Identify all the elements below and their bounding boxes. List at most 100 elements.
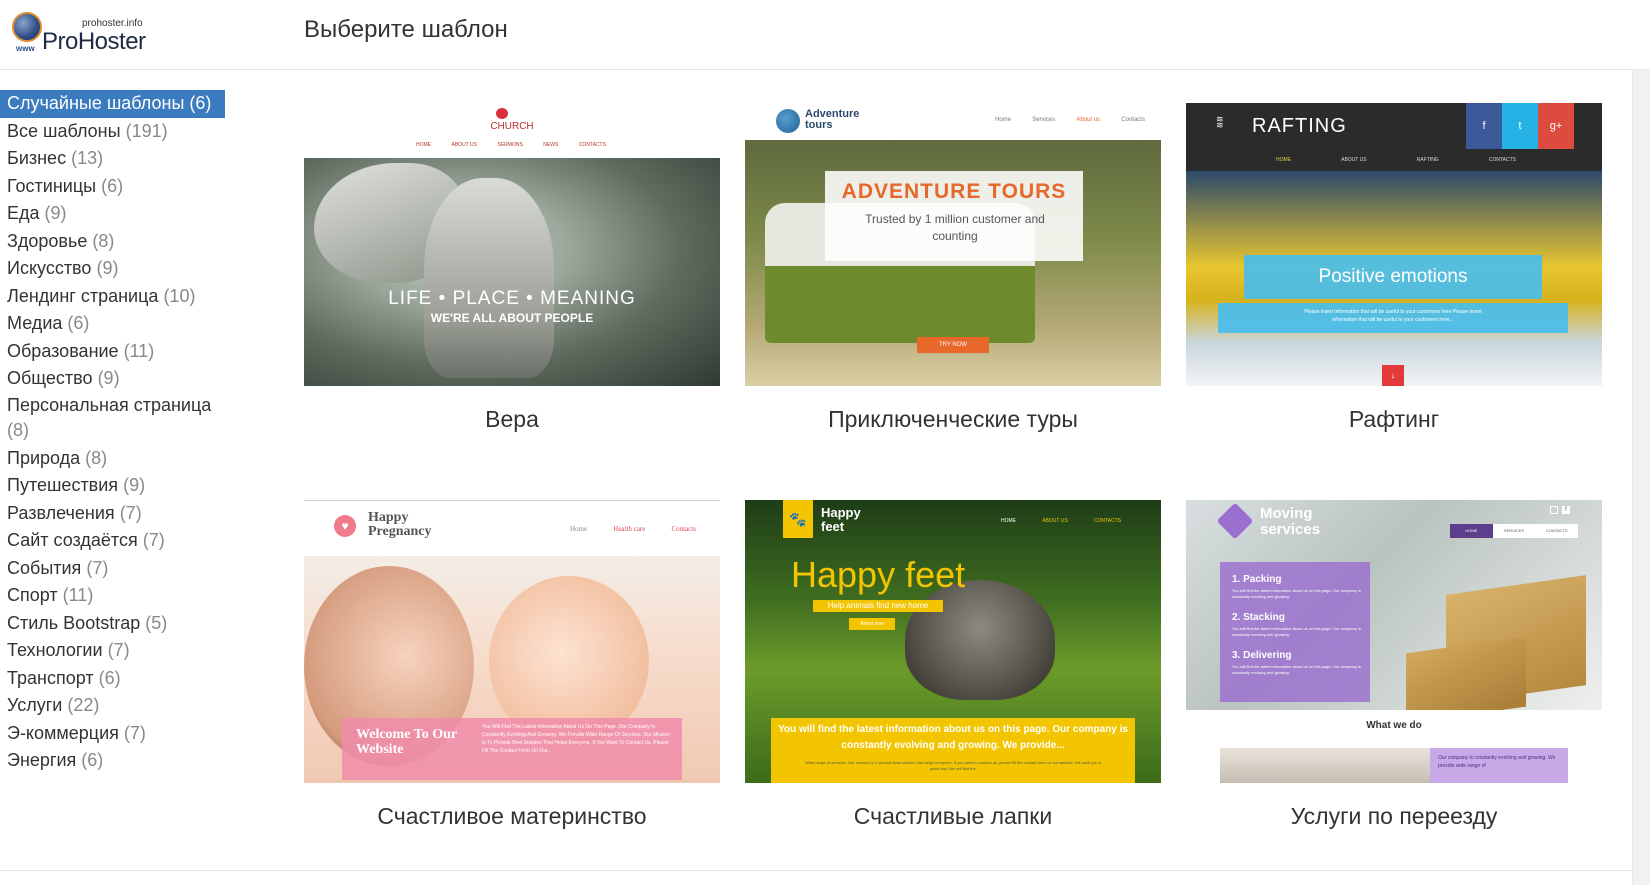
category-label: Услуги bbox=[7, 695, 63, 715]
category-count: (13) bbox=[71, 148, 104, 168]
template-title[interactable]: Вера bbox=[304, 406, 720, 433]
category-label: Э-коммерция bbox=[7, 722, 119, 743]
thumb-nav-item: CONTACTS bbox=[1093, 518, 1121, 524]
category-link[interactable]: Гостиницы (6) bbox=[0, 173, 230, 201]
template-thumbnail[interactable]: 🐾 Happy feet HOME ABOUT US CONTACTS Happ… bbox=[745, 500, 1161, 783]
category-link[interactable]: Спорт (11) bbox=[0, 582, 230, 610]
thumb-button: About now bbox=[849, 618, 895, 630]
template-title[interactable]: Услуги по переезду bbox=[1186, 803, 1602, 830]
category-link[interactable]: Путешествия (9) bbox=[0, 472, 230, 500]
thumb-nav-item: HOME bbox=[1276, 157, 1291, 163]
category-label: Образование bbox=[7, 340, 119, 361]
thumb-nav-item: ABOUT US bbox=[1341, 157, 1367, 163]
thumb-headline: LIFE • PLACE • MEANING bbox=[388, 288, 636, 309]
category-link[interactable]: Еда (9) bbox=[0, 200, 230, 228]
template-card[interactable]: ≋ ≋ RAFTING f t g+ HOME ABOUT US RAFTING … bbox=[1186, 103, 1602, 433]
category-count: (6) bbox=[98, 667, 121, 688]
template-card[interactable]: Adventure tours Home Services About us C… bbox=[745, 103, 1161, 433]
category-link[interactable]: Образование (11) bbox=[0, 338, 230, 366]
thumb-step: 3. Delivering bbox=[1232, 650, 1292, 661]
angel-statue bbox=[424, 178, 554, 378]
thumb-nav-item: Contacts bbox=[1121, 117, 1145, 123]
thumb-section-text: Our company is constantly evolving and g… bbox=[1438, 755, 1556, 769]
thumb-brand-1: Happy bbox=[368, 510, 409, 525]
category-link[interactable]: Искусство (9) bbox=[0, 255, 230, 283]
cat-shape bbox=[905, 580, 1055, 700]
category-link[interactable]: Природа (8) bbox=[0, 445, 230, 473]
thumb-subline: Trusted by 1 million customer and counti… bbox=[865, 212, 1045, 243]
category-count: (7) bbox=[86, 557, 109, 578]
category-link[interactable]: Энергия (6) bbox=[0, 747, 230, 775]
thumb-subline: Please insert information that will be u… bbox=[1218, 303, 1568, 333]
category-link[interactable]: Медиа (6) bbox=[0, 310, 230, 338]
template-card[interactable]: Moving services f HOME SERVICES CONTACTS… bbox=[1186, 500, 1602, 830]
arrow-down-icon: ↓ bbox=[1382, 365, 1404, 386]
thumb-step: 2. Stacking bbox=[1232, 612, 1285, 623]
thumb-brand-1: Happy bbox=[821, 505, 861, 520]
category-count: (22) bbox=[67, 695, 100, 715]
category-label: Стиль Bootstrap bbox=[7, 612, 141, 633]
thumb-headline: ADVENTURE TOURS bbox=[841, 180, 1067, 203]
category-link[interactable]: Э-коммерция (7) bbox=[0, 720, 230, 748]
template-card[interactable]: ♥ Happy Pregnancy Home Health care Conta… bbox=[304, 500, 720, 830]
thumb-brand: RAFTING bbox=[1252, 115, 1347, 137]
category-link[interactable]: Здоровье (8) bbox=[0, 228, 230, 256]
thumb-subline: Help animals find new home bbox=[813, 600, 943, 612]
category-link[interactable]: Транспорт (6) bbox=[0, 665, 230, 693]
scrollbar[interactable] bbox=[1632, 70, 1650, 885]
thumb-nav-item: Contacts bbox=[671, 525, 696, 533]
template-thumbnail[interactable]: Adventure tours Home Services About us C… bbox=[745, 103, 1161, 386]
category-label: Энергия bbox=[7, 750, 77, 770]
googleplus-icon: g+ bbox=[1538, 103, 1574, 149]
globe-icon bbox=[12, 12, 42, 42]
thumb-button: TRY NOW bbox=[917, 337, 989, 353]
thumb-brand-2: feet bbox=[821, 519, 845, 534]
category-link[interactable]: Услуги (22) bbox=[0, 692, 230, 720]
category-count: (6) bbox=[101, 175, 124, 196]
template-title[interactable]: Счастливое материнство bbox=[304, 803, 720, 830]
template-title[interactable]: Рафтинг bbox=[1186, 406, 1602, 433]
thumb-brand-2: Pregnancy bbox=[368, 524, 432, 539]
category-link[interactable]: Персональная страница (8) bbox=[0, 393, 215, 445]
category-link[interactable]: Стиль Bootstrap (5) bbox=[0, 610, 230, 638]
template-card[interactable]: 🐾 Happy feet HOME ABOUT US CONTACTS Happ… bbox=[745, 500, 1161, 830]
category-sidebar: Случайные шаблоны (6) Все шаблоны (191) Би… bbox=[0, 90, 230, 775]
thumb-step-text: You will find the latest information abo… bbox=[1232, 626, 1361, 637]
category-label: Природа bbox=[7, 447, 81, 468]
category-count: (9) bbox=[96, 258, 119, 278]
category-count: (7) bbox=[107, 640, 130, 660]
category-link[interactable]: Все шаблоны (191) bbox=[0, 118, 230, 146]
category-link[interactable]: Сайт создаётся (7) bbox=[0, 527, 230, 555]
category-label: Персональная страница bbox=[7, 394, 212, 415]
thumb-banner-small: Wide range of services. Our mission is t… bbox=[805, 760, 1101, 771]
template-thumbnail[interactable]: ♥ Happy Pregnancy Home Health care Conta… bbox=[304, 500, 720, 783]
template-thumbnail[interactable]: Moving services f HOME SERVICES CONTACTS… bbox=[1186, 500, 1602, 783]
thumb-nav: Home Health care Contacts bbox=[570, 525, 696, 533]
thumb-nav-item: SERVICES bbox=[1503, 528, 1525, 533]
category-count: (6) bbox=[189, 93, 212, 113]
category-link[interactable]: Случайные шаблоны (6) bbox=[0, 90, 225, 118]
category-link[interactable]: Общество (9) bbox=[0, 365, 230, 393]
template-thumbnail[interactable]: CHURCH HOME ABOUT US SERMONS NEWS CONTAC… bbox=[304, 103, 720, 386]
logo-name: ProHoster bbox=[42, 28, 146, 55]
logo[interactable]: www prohoster.info ProHoster bbox=[8, 8, 158, 58]
template-thumbnail[interactable]: ≋ ≋ RAFTING f t g+ HOME ABOUT US RAFTING … bbox=[1186, 103, 1602, 386]
category-count: (9) bbox=[97, 368, 120, 388]
page-title: Выберите шаблон bbox=[304, 16, 508, 43]
category-link[interactable]: Бизнес (13) bbox=[0, 145, 230, 173]
template-title[interactable]: Счастливые лапки bbox=[745, 803, 1161, 830]
category-link[interactable]: Развлечения (7) bbox=[0, 500, 230, 528]
category-link[interactable]: События (7) bbox=[0, 555, 230, 583]
category-count: (5) bbox=[145, 612, 168, 633]
thumb-brand: CHURCH bbox=[490, 121, 534, 132]
category-link[interactable]: Лендинг страница (10) bbox=[0, 283, 230, 311]
category-link[interactable]: Технологии (7) bbox=[0, 637, 230, 665]
category-label: Путешествия bbox=[7, 475, 119, 495]
template-title[interactable]: Приключенческие туры bbox=[745, 406, 1161, 433]
template-card[interactable]: CHURCH HOME ABOUT US SERMONS NEWS CONTAC… bbox=[304, 103, 720, 433]
thumb-headline: Happy feet bbox=[791, 554, 966, 595]
thumb-nav-item: RAFTING bbox=[1416, 157, 1439, 163]
category-label: Развлечения bbox=[7, 502, 115, 523]
category-count: (10) bbox=[163, 285, 196, 306]
waves-icon: ≋ ≋ bbox=[1216, 114, 1224, 130]
